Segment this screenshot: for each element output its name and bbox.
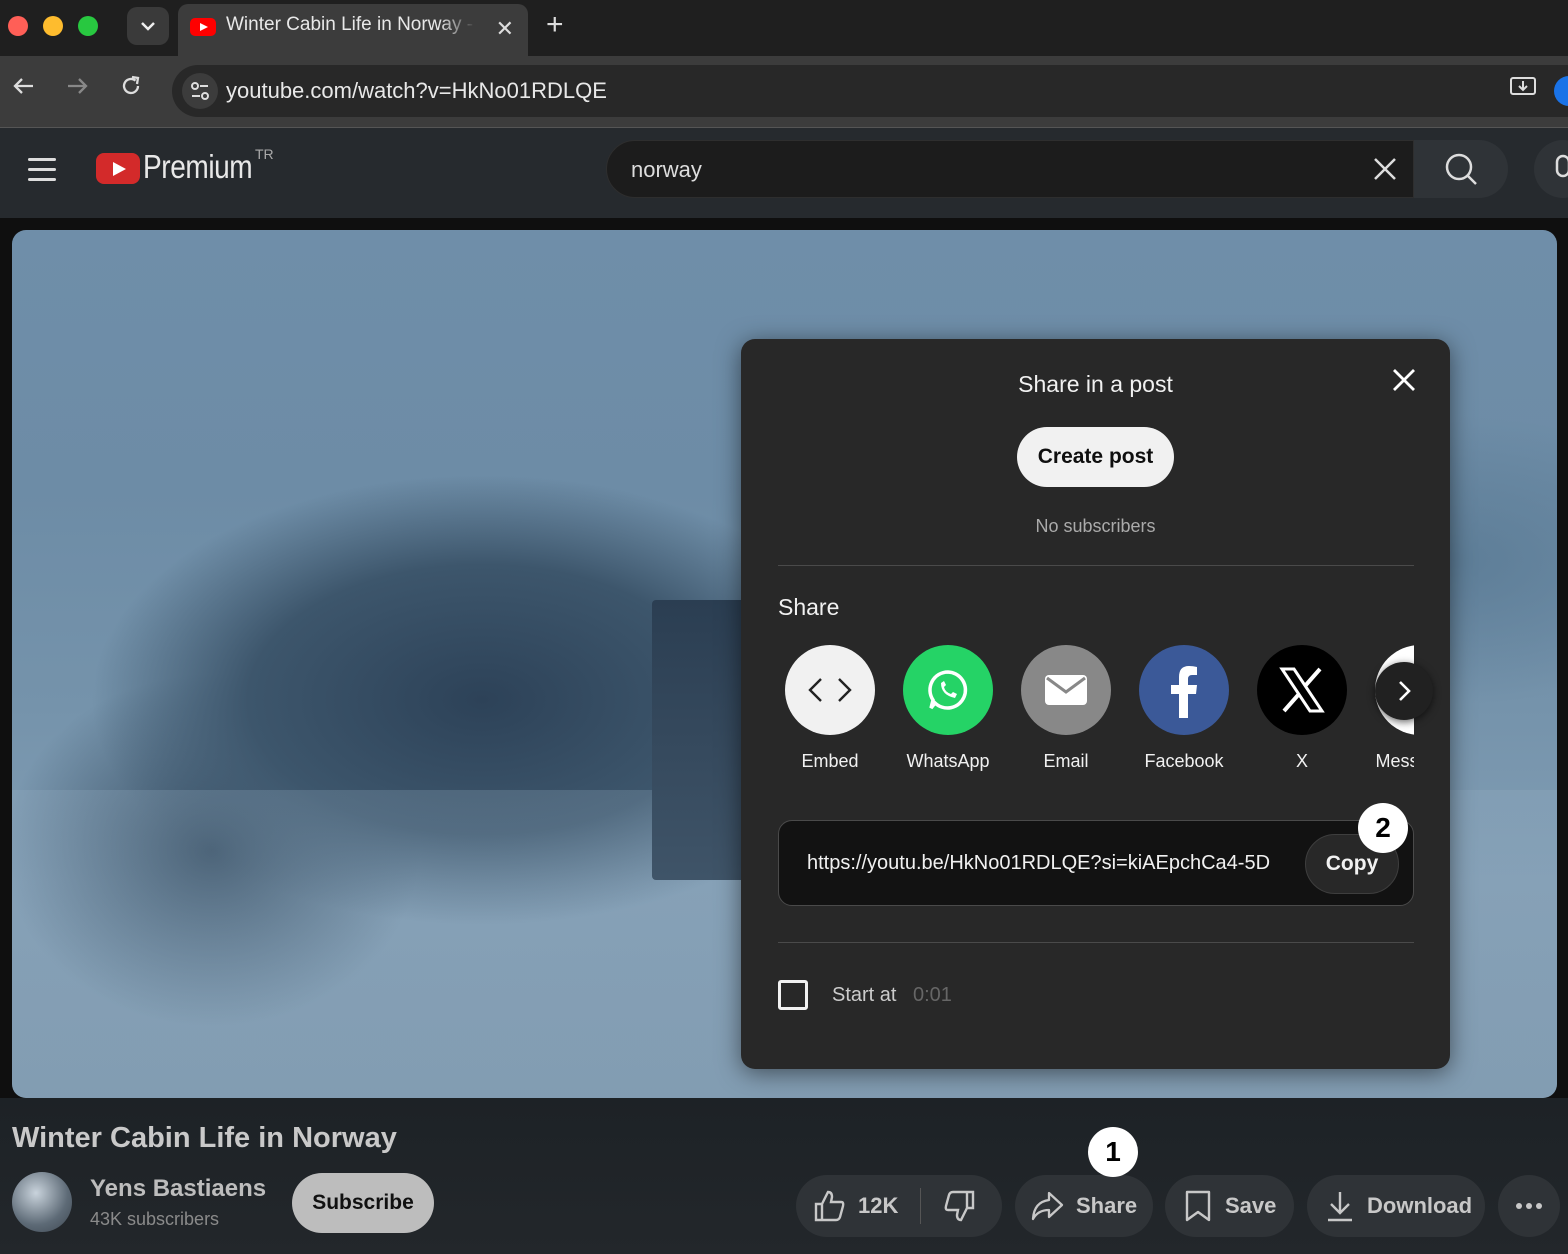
menu-icon[interactable] <box>28 158 56 188</box>
share-dialog: Share in a post Create post No subscribe… <box>741 339 1450 1069</box>
close-window-button[interactable] <box>8 16 28 36</box>
install-app-icon[interactable] <box>1510 76 1536 98</box>
chevron-right-icon <box>1399 681 1411 701</box>
microphone-icon <box>1555 154 1568 178</box>
forward-arrow-icon[interactable] <box>65 74 89 105</box>
search-icon <box>1445 153 1477 185</box>
thumbs-down-icon <box>944 1190 975 1222</box>
region-code: TR <box>255 146 274 162</box>
maximize-window-button[interactable] <box>78 16 98 36</box>
create-post-button[interactable]: Create post <box>1017 427 1174 487</box>
share-targets: Embed WhatsApp Email Facebook X Mess <box>778 645 1414 785</box>
browser-toolbar: youtube.com/watch?v=HkNo01RDLQE <box>0 56 1568 128</box>
site-settings-icon[interactable] <box>182 73 218 109</box>
dialog-title: Share in a post <box>1018 371 1173 397</box>
start-at-time[interactable]: 0:01 <box>913 984 952 1007</box>
share-arrow-icon <box>1031 1191 1064 1221</box>
download-label: Download <box>1367 1193 1473 1218</box>
share-link-text: https://youtu.be/HkNo01RDLQE?si=kiAEpchC… <box>807 852 1271 874</box>
start-at-checkbox[interactable] <box>778 980 808 1010</box>
save-label: Save <box>1225 1193 1277 1218</box>
tab-search-button[interactable] <box>127 7 169 45</box>
share-target-label: Embed <box>801 751 859 771</box>
share-embed-button[interactable]: Embed <box>778 645 882 772</box>
close-icon[interactable] <box>1389 365 1419 401</box>
browser-tab[interactable]: Winter Cabin Life in Norway - YouTube ✕ <box>178 4 528 56</box>
minimize-window-button[interactable] <box>43 16 63 36</box>
back-arrow-icon[interactable] <box>12 74 36 105</box>
new-tab-button[interactable]: + <box>546 8 564 42</box>
share-email-button[interactable]: Email <box>1014 645 1118 772</box>
tab-title: Winter Cabin Life in Norway - YouTube <box>226 14 476 35</box>
annotation-badge-1: 1 <box>1088 1127 1138 1177</box>
share-target-label: X <box>1295 751 1308 771</box>
bookmark-icon <box>1185 1190 1211 1222</box>
share-target-label: Facebook <box>1144 751 1224 771</box>
download-button[interactable]: Download <box>1307 1175 1485 1237</box>
divider <box>778 565 1414 566</box>
channel-avatar[interactable] <box>12 1172 72 1232</box>
tab-close-icon[interactable]: ✕ <box>496 16 514 42</box>
start-at-label: Start at <box>832 984 897 1006</box>
subscribe-button[interactable]: Subscribe <box>292 1173 434 1233</box>
share-whatsapp-button[interactable]: WhatsApp <box>896 645 1000 772</box>
share-link-field[interactable]: https://youtu.be/HkNo01RDLQE?si=kiAEpchC… <box>778 820 1414 906</box>
dislike-button[interactable] <box>921 1189 977 1223</box>
share-target-label: Email <box>1043 751 1089 771</box>
divider <box>778 942 1414 943</box>
share-heading: Share <box>778 594 840 620</box>
search-query: norway <box>631 157 702 182</box>
url-text: youtube.com/watch?v=HkNo01RDLQE <box>226 78 607 103</box>
youtube-favicon-icon <box>190 18 216 36</box>
thumbs-up-icon <box>814 1190 845 1222</box>
share-button[interactable]: Share <box>1015 1175 1153 1237</box>
share-x-button[interactable]: X <box>1250 645 1354 772</box>
brand-name[interactable]: Premium <box>143 148 253 186</box>
voice-search-button[interactable] <box>1534 140 1568 198</box>
download-icon <box>1328 1192 1352 1222</box>
whatsapp-icon <box>903 645 993 735</box>
channel-name[interactable]: Yens Bastiaens <box>90 1175 266 1203</box>
chevron-down-icon <box>141 22 155 31</box>
browser-tab-strip: Winter Cabin Life in Norway - YouTube ✕ … <box>0 0 1568 56</box>
youtube-header: Premium TR norway <box>0 128 1568 218</box>
annotation-badge-2: 2 <box>1358 803 1408 853</box>
clear-search-icon[interactable] <box>1367 151 1403 195</box>
subscriber-note: No subscribers <box>1035 516 1156 536</box>
share-target-label: Messenger <box>1375 751 1414 771</box>
youtube-logo-icon[interactable] <box>96 153 140 184</box>
save-button[interactable]: Save <box>1165 1175 1294 1237</box>
channel-subscriber-count: 43K subscribers <box>90 1209 220 1229</box>
like-count: 12K <box>858 1193 899 1218</box>
video-frame-cabin <box>652 600 752 880</box>
video-title: Winter Cabin Life in Norway <box>12 1122 397 1154</box>
next-share-targets-button[interactable] <box>1375 662 1433 720</box>
more-actions-button[interactable] <box>1498 1175 1560 1237</box>
embed-icon <box>785 645 875 735</box>
share-target-label: WhatsApp <box>906 751 990 771</box>
like-dislike-group: 12K <box>796 1175 1002 1237</box>
more-horizontal-icon <box>1516 1203 1542 1209</box>
address-bar[interactable]: youtube.com/watch?v=HkNo01RDLQE <box>172 65 1568 117</box>
search-button[interactable] <box>1414 140 1508 198</box>
share-facebook-button[interactable]: Facebook <box>1132 645 1236 772</box>
facebook-icon <box>1139 645 1229 735</box>
x-icon <box>1257 645 1347 735</box>
email-icon <box>1021 645 1111 735</box>
reload-icon[interactable] <box>119 74 143 105</box>
share-label: Share <box>1076 1193 1138 1218</box>
like-button[interactable]: 12K <box>796 1189 898 1223</box>
search-input[interactable]: norway <box>606 140 1414 198</box>
